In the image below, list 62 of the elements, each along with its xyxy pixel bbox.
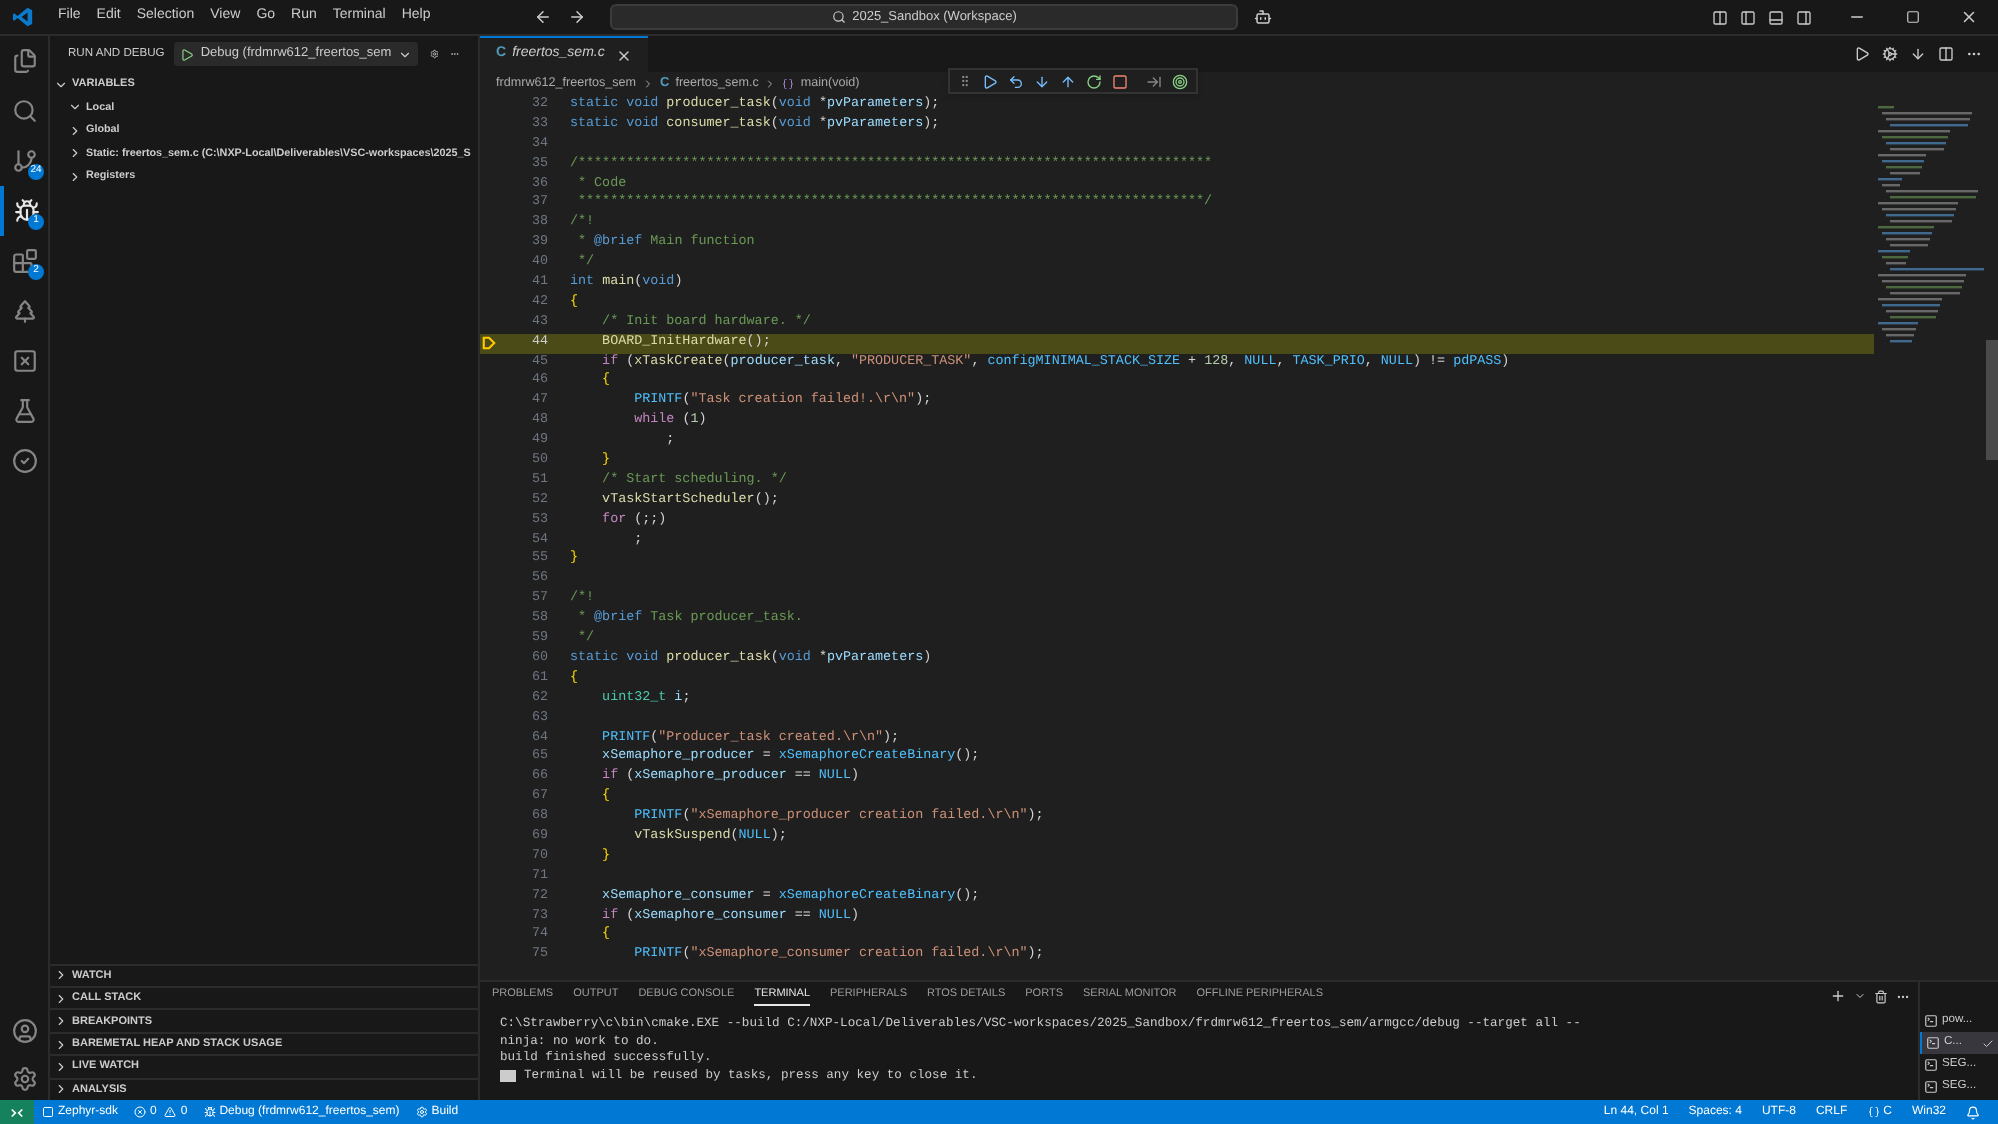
scrollbar-thumb[interactable]: [1986, 340, 1998, 460]
gear-icon: [415, 1106, 428, 1118]
account-icon[interactable]: [11, 1018, 37, 1044]
remote-button[interactable]: [0, 1100, 34, 1124]
files-icon: [11, 48, 37, 74]
check-icon: [1982, 1037, 1994, 1049]
step-into-icon[interactable]: [1034, 73, 1050, 89]
app-logo-icon: [12, 6, 34, 28]
bug-icon: [13, 198, 39, 224]
maximize-icon[interactable]: [1906, 10, 1920, 24]
error-icon: [134, 1106, 147, 1118]
function-icon: [782, 78, 795, 90]
arrow-to-line-icon[interactable]: [1146, 73, 1162, 89]
download-icon[interactable]: [1910, 46, 1926, 62]
sidebar-toggle-icon[interactable]: [1740, 9, 1756, 25]
split-editor-icon[interactable]: [1938, 46, 1954, 62]
blocks-icon: [11, 248, 37, 274]
settings-icon[interactable]: [11, 1066, 37, 1092]
terminal-icon: [1924, 1080, 1938, 1094]
branch-icon: [11, 148, 37, 174]
warning-icon: [164, 1106, 177, 1118]
terminal-icon: [1924, 1058, 1938, 1072]
gear-icon[interactable]: [1882, 46, 1898, 62]
copilot-icon[interactable]: [1254, 8, 1273, 26]
restart-icon[interactable]: [1086, 73, 1102, 89]
flask-icon: [11, 398, 37, 424]
notice-icon: [500, 1070, 516, 1083]
chevron-down-icon: [397, 47, 412, 61]
layout-icon[interactable]: [1712, 9, 1728, 25]
chevron-right-icon: [642, 78, 654, 90]
terminal-icon: [1926, 1036, 1940, 1050]
check-circle-icon: [11, 448, 37, 474]
forward-icon[interactable]: [568, 8, 587, 26]
braces-icon: [1867, 1106, 1880, 1118]
new-terminal-icon[interactable]: [1830, 988, 1846, 1004]
remote-icon: [10, 1105, 24, 1119]
step-out-icon[interactable]: [1060, 73, 1076, 89]
continue-icon[interactable]: [982, 73, 998, 89]
notification-icon[interactable]: [1966, 1105, 1980, 1119]
secondary-sidebar-icon[interactable]: [1796, 9, 1812, 25]
back-icon[interactable]: [534, 8, 553, 26]
search-icon: [11, 98, 37, 124]
run-icon[interactable]: [1854, 46, 1870, 62]
target-icon[interactable]: [1172, 73, 1188, 89]
chevron-down-icon[interactable]: [1854, 990, 1866, 1002]
trash-icon[interactable]: [1874, 989, 1888, 1003]
chevron-right-icon: [764, 78, 777, 90]
step-over-icon[interactable]: [1008, 73, 1024, 89]
close-icon[interactable]: [1960, 8, 1978, 26]
terminal-icon: [1924, 1014, 1938, 1028]
start-debug-icon[interactable]: [180, 47, 195, 61]
close-icon[interactable]: [616, 47, 633, 63]
current-line-arrow-icon: [482, 336, 496, 351]
tree-icon: [11, 298, 37, 324]
bug-icon: [203, 1106, 216, 1118]
search-icon: [832, 10, 847, 24]
grip-icon[interactable]: [958, 74, 972, 88]
x-square-icon: [11, 348, 37, 374]
sdk-icon: [42, 1106, 54, 1118]
stop-icon[interactable]: [1112, 73, 1128, 89]
panel-toggle-icon[interactable]: [1768, 9, 1784, 25]
gear-icon[interactable]: [429, 46, 439, 62]
